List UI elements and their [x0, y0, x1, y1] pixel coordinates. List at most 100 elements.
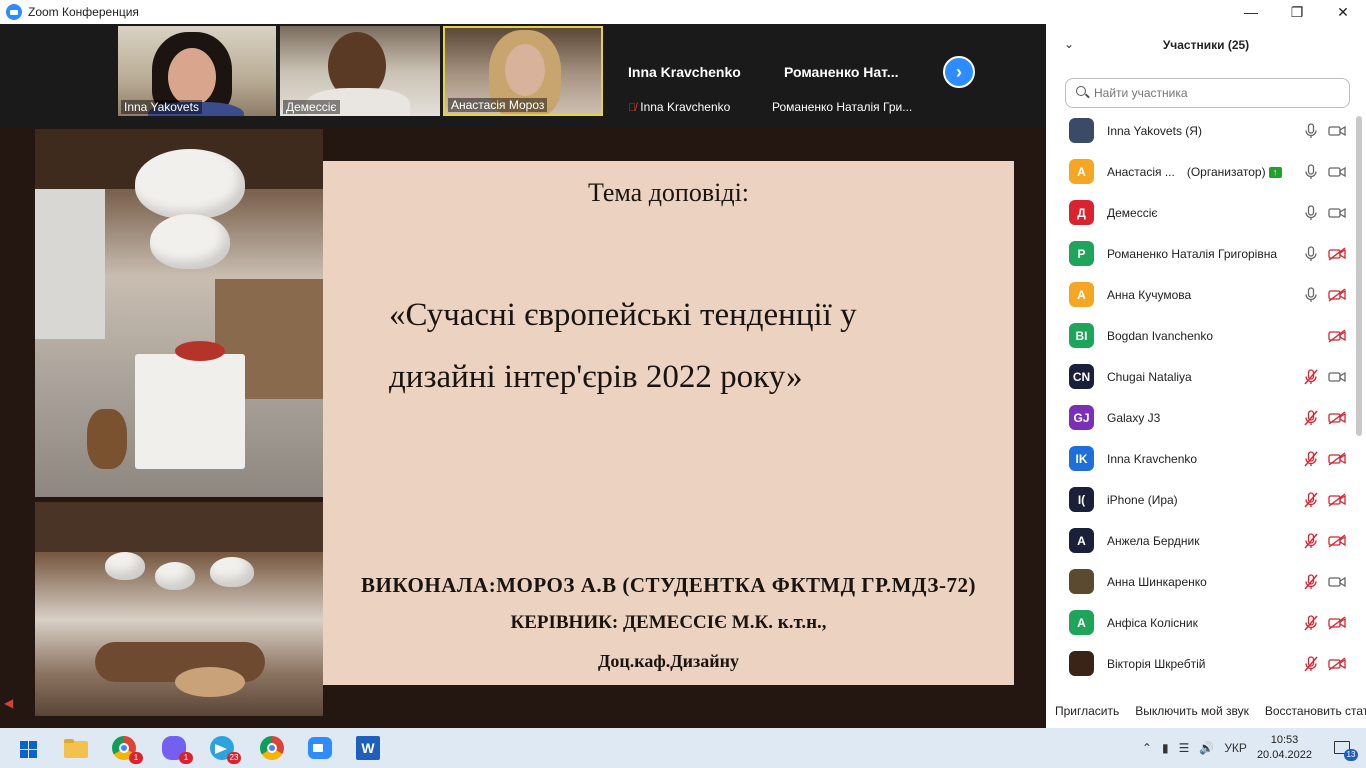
- windows-taskbar: 1 1 23 W ⌃ ▮ ☰ 🔊 УКР 10:53 20.04.2022 13: [0, 728, 1366, 768]
- camera-off-icon[interactable]: [1328, 328, 1346, 343]
- system-tray: ⌃ ▮ ☰ 🔊 УКР 10:53 20.04.2022 13: [1142, 728, 1366, 768]
- participant-row[interactable]: Вікторія Шкребтій: [1046, 643, 1352, 684]
- restore-button[interactable]: Восстановить стат: [1265, 704, 1366, 718]
- participant-name: Inna Kravchenko: [1107, 451, 1198, 466]
- slide-title-line-1: «Сучасні європейські тенденції у: [389, 297, 857, 333]
- slide-title-line-2: дизайні інтер'єрів 2022 року»: [389, 359, 803, 395]
- mic-muted-icon[interactable]: [1304, 614, 1318, 631]
- minimize-icon[interactable]: —: [1228, 0, 1274, 24]
- camera-off-icon[interactable]: [1328, 410, 1346, 425]
- video-strip: Inna Yakovets Демессіє Анастасія Мороз I…: [0, 24, 1046, 128]
- mic-muted-icon[interactable]: [1304, 532, 1318, 549]
- language-indicator[interactable]: УКР: [1224, 741, 1247, 755]
- participant-row[interactable]: Inna Yakovets (Я): [1046, 110, 1352, 151]
- screen-share-icon: ↑: [1268, 166, 1282, 178]
- slide-topic-label: Тема доповіді:: [587, 178, 750, 207]
- camera-off-icon[interactable]: [1328, 656, 1346, 671]
- name-only-tile[interactable]: Inna Kravchenko 🎙̸ Inna Kravchenko: [612, 26, 762, 116]
- clock[interactable]: 10:53 20.04.2022: [1257, 733, 1312, 763]
- windows-start-icon[interactable]: [14, 734, 42, 762]
- participant-row[interactable]: CN Chugai Nataliya: [1046, 356, 1352, 397]
- participant-row[interactable]: Анна Шинкаренко: [1046, 561, 1352, 602]
- participant-name: Galaxy J3: [1107, 410, 1161, 425]
- participant-row[interactable]: I(iPhone (Ира): [1046, 479, 1352, 520]
- participant-row[interactable]: А Анфіса Колісник: [1046, 602, 1352, 643]
- camera-icon[interactable]: [1328, 575, 1346, 589]
- participant-row[interactable]: А Анна Кучумова: [1046, 274, 1352, 315]
- participant-search[interactable]: [1065, 78, 1350, 108]
- camera-off-icon[interactable]: [1328, 533, 1346, 548]
- camera-icon[interactable]: [1328, 370, 1346, 384]
- viber-icon[interactable]: 1: [160, 734, 193, 764]
- avatar-photo: [1069, 569, 1094, 594]
- mic-muted-icon[interactable]: [1304, 491, 1318, 508]
- chevron-up-icon[interactable]: ⌃: [1142, 741, 1152, 755]
- zoom-icon[interactable]: [306, 734, 334, 762]
- maximize-icon[interactable]: ❐: [1274, 0, 1320, 24]
- participants-title: Участники (25): [1162, 38, 1250, 52]
- mic-muted-icon[interactable]: [1304, 450, 1318, 467]
- participant-name: Вікторія Шкребтій: [1107, 656, 1206, 671]
- participant-row[interactable]: IK Inna Kravchenko: [1046, 438, 1352, 479]
- viber-badge: 1: [179, 752, 193, 764]
- file-explorer-icon[interactable]: [62, 734, 90, 762]
- participant-row[interactable]: GJ Galaxy J3: [1046, 397, 1352, 438]
- mic-icon[interactable]: [1304, 204, 1318, 221]
- chrome-alt-icon[interactable]: [258, 734, 286, 762]
- camera-off-icon[interactable]: [1328, 451, 1346, 466]
- notification-icon[interactable]: 13: [1332, 739, 1358, 761]
- avatar: Д: [1069, 200, 1094, 225]
- camera-off-icon[interactable]: [1328, 287, 1346, 302]
- avatar: А: [1069, 159, 1094, 184]
- chrome-icon[interactable]: 1: [110, 734, 143, 764]
- window-title: Zoom Конференция: [28, 5, 139, 19]
- invite-button[interactable]: Пригласить: [1055, 704, 1119, 718]
- participant-row[interactable]: А Анастасія ... (Организатор) ↑: [1046, 151, 1352, 192]
- volume-icon[interactable]: 🔊: [1199, 741, 1214, 755]
- video-tile-active-speaker[interactable]: Анастасія Мороз: [443, 26, 603, 116]
- participant-row[interactable]: BI Bogdan Ivanchenko: [1046, 315, 1352, 356]
- participant-row[interactable]: А Анжела Бердник: [1046, 520, 1352, 561]
- next-page-button[interactable]: ›: [943, 56, 975, 88]
- wifi-icon[interactable]: ☰: [1179, 741, 1190, 755]
- video-tile[interactable]: Inna Yakovets: [118, 26, 276, 116]
- participant-row[interactable]: Д Демессіє: [1046, 192, 1352, 233]
- camera-off-icon[interactable]: [1328, 492, 1346, 507]
- participants-header: ⌄ Участники (25): [1046, 24, 1366, 66]
- name-only-tile[interactable]: Романенко Нат... Романенко Наталія Гри..…: [772, 26, 932, 116]
- mic-muted-icon[interactable]: [1304, 368, 1318, 385]
- mic-muted-icon[interactable]: [1304, 573, 1318, 590]
- camera-off-icon[interactable]: [1328, 246, 1346, 261]
- name-tile-label: Романенко Наталія Гри...: [772, 100, 913, 114]
- window-titlebar: Zoom Конференция — ❐ ✕: [0, 0, 1366, 24]
- mic-icon[interactable]: [1304, 245, 1318, 262]
- interior-photo: [35, 502, 323, 716]
- camera-icon[interactable]: [1328, 165, 1346, 179]
- slide-author: ВИКОНАЛА:МОРОЗ А.В (СТУДЕНТКА ФКТМД ГР.М…: [361, 573, 976, 597]
- telegram-icon[interactable]: 23: [208, 734, 241, 764]
- mute-me-button[interactable]: Выключить мой звук: [1135, 704, 1249, 718]
- camera-icon[interactable]: [1328, 206, 1346, 220]
- participant-search-input[interactable]: [1094, 86, 1334, 100]
- clock-time: 10:53: [1270, 734, 1299, 746]
- video-tile[interactable]: Демессіє: [280, 26, 440, 116]
- word-icon[interactable]: W: [354, 734, 382, 762]
- participants-scrollbar[interactable]: [1356, 116, 1362, 436]
- mic-icon[interactable]: [1304, 286, 1318, 303]
- participant-name: iPhone (Ира): [1107, 492, 1178, 507]
- mic-muted-icon[interactable]: [1304, 655, 1318, 672]
- mic-icon[interactable]: [1304, 122, 1318, 139]
- avatar: BI: [1069, 323, 1094, 348]
- avatar: GJ: [1069, 405, 1094, 430]
- mic-muted-icon[interactable]: [1304, 409, 1318, 426]
- mic-icon[interactable]: [1304, 163, 1318, 180]
- camera-icon[interactable]: [1328, 124, 1346, 138]
- participant-name: Inna Yakovets (Я): [1107, 123, 1202, 138]
- participant-role: (Организатор): [1186, 164, 1266, 179]
- battery-icon[interactable]: ▮: [1162, 741, 1169, 755]
- notification-count: 13: [1344, 749, 1358, 761]
- participant-row[interactable]: Р Романенко Наталія Григорівна: [1046, 233, 1352, 274]
- camera-off-icon[interactable]: [1328, 615, 1346, 630]
- close-icon[interactable]: ✕: [1320, 0, 1366, 24]
- name-tile-title: Романенко Нат...: [784, 64, 899, 80]
